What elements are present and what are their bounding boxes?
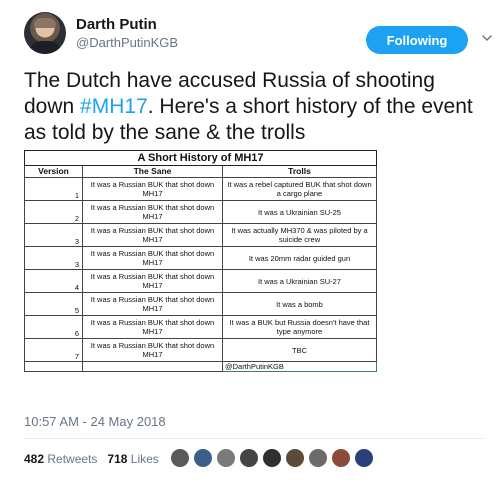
- tweet-stats: 482 Retweets 718 Likes: [24, 452, 159, 466]
- column-header: Trolls: [222, 165, 377, 178]
- version-cell: 4: [24, 269, 83, 293]
- liker-avatar[interactable]: [216, 448, 236, 468]
- column-header: The Sane: [82, 165, 223, 178]
- author-handle[interactable]: @DarthPutinKGB: [76, 35, 178, 50]
- table-footer-handle: @DarthPutinKGB: [222, 361, 377, 372]
- liker-avatar[interactable]: [170, 448, 190, 468]
- chevron-down-icon[interactable]: [481, 32, 493, 44]
- tweet-header: Darth Putin @DarthPutinKGB Following: [24, 12, 492, 62]
- version-cell: 3: [24, 223, 83, 247]
- table-row: 3 It was a Russian BUK that shot down MH1…: [24, 223, 377, 247]
- likes-stat[interactable]: 718 Likes: [107, 452, 158, 466]
- sane-cell: It was a Russian BUK that shot down MH17: [82, 177, 223, 201]
- liker-avatar[interactable]: [262, 448, 282, 468]
- empty-cell: [82, 361, 223, 372]
- tweet-image[interactable]: A Short History of MH17 Version The Sane…: [24, 150, 377, 402]
- liker-avatar[interactable]: [308, 448, 328, 468]
- table-row: 1 It was a Russian BUK that shot down MH1…: [24, 177, 377, 201]
- likes-label: Likes: [130, 452, 159, 466]
- version-cell: 6: [24, 315, 83, 339]
- version-cell: 7: [24, 338, 83, 362]
- liker-avatar[interactable]: [285, 448, 305, 468]
- trolls-cell: TBC: [222, 338, 377, 362]
- liker-avatar[interactable]: [331, 448, 351, 468]
- trolls-cell: It was a bomb: [222, 292, 377, 316]
- trolls-cell: It was a rebel captured BUK that shot do…: [222, 177, 377, 201]
- table-row: 3 It was a Russian BUK that shot down MH1…: [24, 246, 377, 270]
- sane-cell: It was a Russian BUK that shot down MH17: [82, 269, 223, 293]
- table-title: A Short History of MH17: [24, 150, 377, 166]
- avatar-hair: [34, 18, 56, 28]
- tweet-timestamp[interactable]: 10:57 AM - 24 May 2018: [24, 414, 166, 429]
- retweets-count: 482: [24, 452, 45, 466]
- sane-cell: It was a Russian BUK that shot down MH17: [82, 246, 223, 270]
- retweets-label: Retweets: [47, 452, 98, 466]
- version-cell: 3: [24, 246, 83, 270]
- table-row: 4 It was a Russian BUK that shot down MH1…: [24, 269, 377, 293]
- liker-avatars: [170, 448, 374, 468]
- table-row: 5 It was a Russian BUK that shot down MH1…: [24, 292, 377, 316]
- trolls-cell: It was 20mm radar guided gun: [222, 246, 377, 270]
- column-header: Version: [24, 165, 83, 178]
- trolls-cell: It was a Ukrainian SU-27: [222, 269, 377, 293]
- sane-cell: It was a Russian BUK that shot down MH17: [82, 200, 223, 224]
- empty-cell: [24, 361, 83, 372]
- sane-cell: It was a Russian BUK that shot down MH17: [82, 315, 223, 339]
- trolls-cell: It was a Ukrainian SU-25: [222, 200, 377, 224]
- avatar[interactable]: [24, 12, 66, 54]
- likes-count: 718: [107, 452, 128, 466]
- version-cell: 5: [24, 292, 83, 316]
- avatar-suit: [28, 41, 62, 54]
- sane-cell: It was a Russian BUK that shot down MH17: [82, 338, 223, 362]
- sane-cell: It was a Russian BUK that shot down MH17: [82, 223, 223, 247]
- table-row: 7 It was a Russian BUK that shot down MH1…: [24, 338, 377, 362]
- liker-avatar[interactable]: [239, 448, 259, 468]
- history-table: A Short History of MH17 Version The Sane…: [24, 150, 377, 372]
- trolls-cell: It was actually MH370 & was piloted by a…: [222, 223, 377, 247]
- liker-avatar[interactable]: [193, 448, 213, 468]
- trolls-cell: It was a BUK but Russia doesn't have tha…: [222, 315, 377, 339]
- hashtag-link[interactable]: #MH17: [80, 95, 148, 118]
- table-row: 6 It was a Russian BUK that shot down MH1…: [24, 315, 377, 339]
- liker-avatar[interactable]: [354, 448, 374, 468]
- divider: [24, 438, 484, 439]
- retweets-stat[interactable]: 482 Retweets: [24, 452, 97, 466]
- version-cell: 2: [24, 200, 83, 224]
- version-cell: 1: [24, 177, 83, 201]
- author-name[interactable]: Darth Putin: [76, 16, 157, 33]
- sane-cell: It was a Russian BUK that shot down MH17: [82, 292, 223, 316]
- table-row: 2 It was a Russian BUK that shot down MH1…: [24, 200, 377, 224]
- following-button[interactable]: Following: [366, 26, 468, 54]
- tweet-text: The Dutch have accused Russia of shootin…: [24, 68, 484, 146]
